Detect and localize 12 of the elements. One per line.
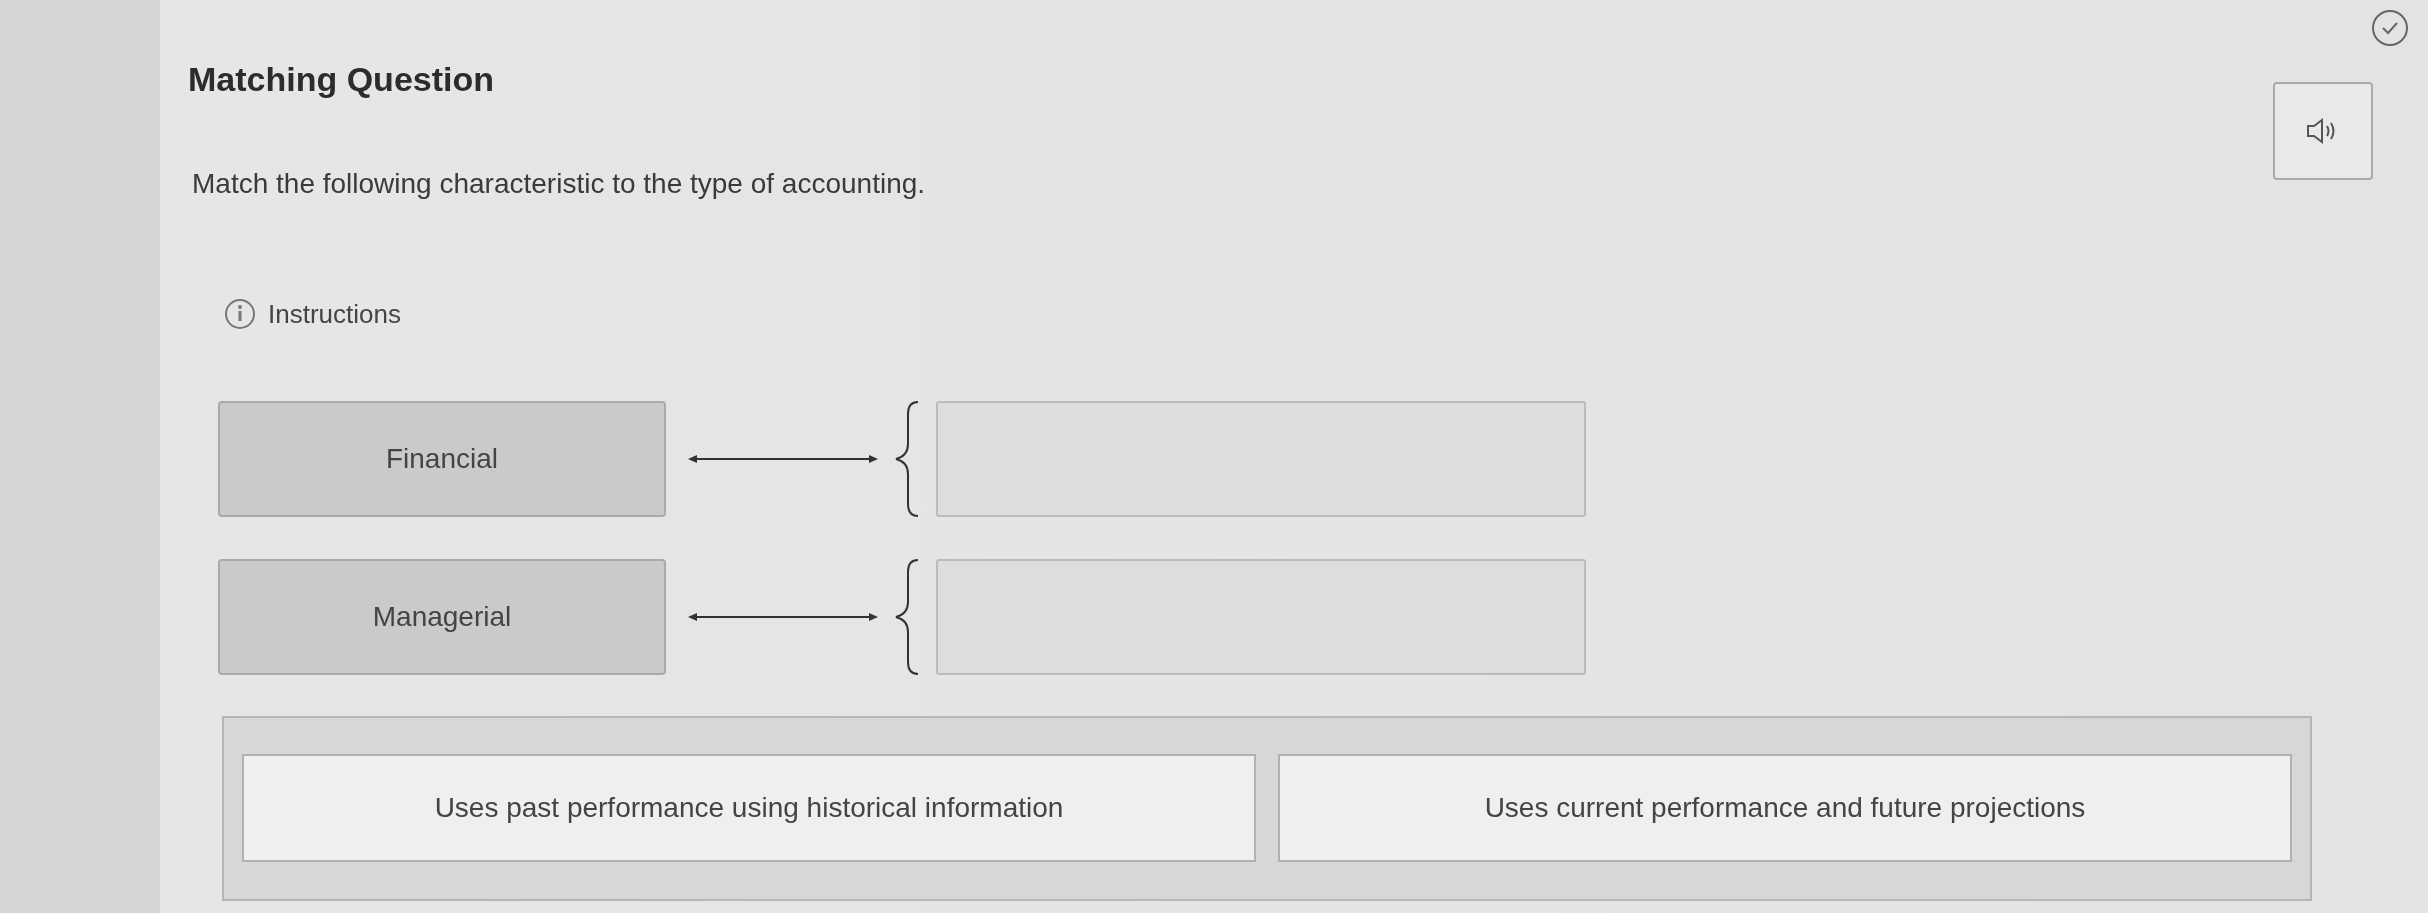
instructions-link[interactable]: Instructions	[268, 298, 401, 330]
info-icon	[224, 298, 256, 330]
question-title: Matching Question	[188, 60, 494, 99]
audio-button[interactable]	[2273, 82, 2373, 180]
answer-card[interactable]: Uses current performance and future projections	[1278, 754, 2292, 862]
question-prompt: Match the following characteristic to the type of accounting.	[192, 168, 927, 200]
answer-card[interactable]: Uses past performance using historical information	[242, 754, 1256, 862]
drop-target[interactable]	[936, 559, 1586, 675]
drop-target[interactable]	[936, 401, 1586, 517]
check-icon	[2370, 8, 2410, 48]
term-card[interactable]: Managerial	[218, 559, 666, 675]
term-card[interactable]: Financial	[218, 401, 666, 517]
